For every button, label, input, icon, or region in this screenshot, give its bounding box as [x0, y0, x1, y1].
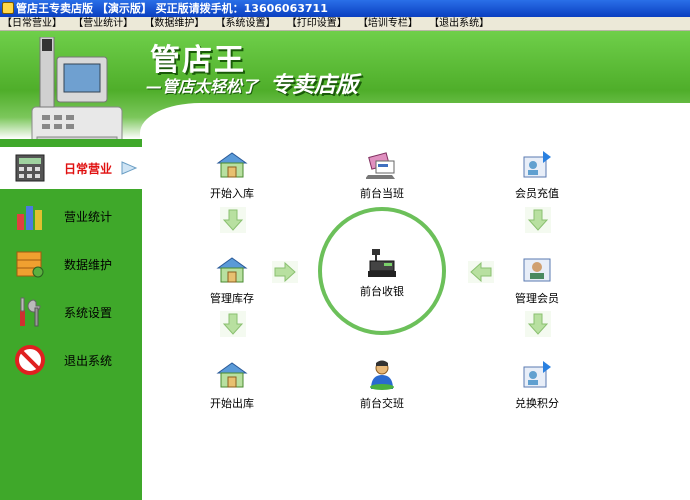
bar-chart-icon: [17, 206, 42, 230]
redeem-points-node[interactable]: 兑换积分: [492, 359, 582, 411]
sidebar-item-daily-business[interactable]: 日常营业: [0, 147, 142, 189]
cashier-label: 前台收银: [360, 285, 404, 298]
menu-data-maintenance[interactable]: 【数据维护】: [144, 17, 204, 31]
tools-icon: [20, 297, 41, 327]
left-arrow-icon: [468, 261, 494, 283]
right-arrow-icon: [272, 261, 298, 283]
shift-handover-label: 前台交班: [360, 397, 404, 410]
cash-register-icon: [31, 37, 123, 139]
redeem-points-label: 兑换积分: [515, 397, 559, 410]
banner-swoosh: [140, 103, 690, 139]
menu-training[interactable]: 【培训专栏】: [358, 17, 418, 31]
menu-print-settings[interactable]: 【打印设置】: [287, 17, 347, 31]
manage-members-node[interactable]: 管理会员: [492, 254, 582, 306]
menu-business-stats[interactable]: 【营业统计】: [73, 17, 133, 31]
warehouse-out-icon: [216, 362, 248, 388]
play-arrow-icon: [121, 161, 138, 175]
member-topup-node[interactable]: 会员充值: [492, 149, 582, 201]
workflow-panel: 开始入库 前台当班 会员充值 管理库存 前台收银 管理会员 开始出库 前台交班 …: [142, 139, 690, 500]
sidebar-item-data-maintenance[interactable]: 数据维护: [0, 243, 142, 285]
manage-members-label: 管理会员: [515, 292, 559, 305]
shift-start-node[interactable]: 前台当班: [337, 149, 427, 201]
sidebar-item-label: 日常营业: [64, 162, 113, 176]
sidebar-item-exit[interactable]: 退出系统: [0, 339, 142, 381]
sidebar-item-system-settings[interactable]: 系统设置: [0, 291, 142, 333]
window-title: 管店王专卖店版 【演示版】 买正版请拨手机：13606063711: [16, 2, 328, 15]
sidebar-item-label: 退出系统: [64, 354, 113, 368]
banner-subtitle: —管店太轻松了: [146, 77, 259, 96]
cashier-node[interactable]: 前台收银: [337, 247, 427, 299]
menu-exit[interactable]: 【退出系统】: [429, 17, 489, 31]
stock-in-label: 开始入库: [210, 187, 254, 200]
manage-stock-label: 管理库存: [210, 292, 254, 305]
app-icon: [2, 2, 14, 14]
sidebar-item-business-stats[interactable]: 营业统计: [0, 195, 142, 237]
menu-daily-business[interactable]: 【日常营业】: [2, 17, 62, 31]
down-arrow-icon: [525, 311, 551, 337]
warehouse-in-icon: [216, 152, 248, 178]
title-bar: 管店王专卖店版 【演示版】 买正版请拨手机：13606063711: [0, 0, 690, 17]
sidebar-item-label: 数据维护: [64, 258, 113, 272]
banner-edition: 专卖店版: [270, 73, 359, 98]
sidebar: 日常营业 营业统计 数据维护 系统设置 退出系统: [0, 139, 142, 500]
cards-icon: [366, 152, 395, 179]
no-entry-icon: [15, 345, 45, 375]
menu-system-settings[interactable]: 【系统设置】: [216, 17, 276, 31]
stock-out-label: 开始出库: [210, 397, 254, 410]
stock-in-node[interactable]: 开始入库: [187, 149, 277, 201]
calculator-icon: [15, 154, 45, 182]
member-topup-label: 会员充值: [515, 187, 559, 200]
member-card-in-icon: [523, 151, 551, 178]
database-icon: [16, 251, 44, 278]
member-card-icon: [523, 258, 551, 282]
shift-handover-node[interactable]: 前台交班: [337, 359, 427, 411]
down-arrow-icon: [220, 311, 246, 337]
manage-stock-node[interactable]: 管理库存: [187, 254, 277, 306]
banner: 管店王 —管店太轻松了 专卖店版: [0, 31, 690, 139]
down-arrow-icon: [220, 207, 246, 233]
warehouse-icon: [216, 257, 248, 283]
down-arrow-icon: [525, 207, 551, 233]
stock-out-node[interactable]: 开始出库: [187, 359, 277, 411]
person-icon: [370, 360, 394, 390]
shift-start-label: 前台当班: [360, 187, 404, 200]
sidebar-item-label: 营业统计: [64, 210, 113, 224]
member-card-out-icon: [523, 361, 551, 388]
cash-register-icon: [368, 249, 396, 277]
sidebar-item-label: 系统设置: [64, 306, 113, 320]
menu-bar: 【日常营业】 【营业统计】 【数据维护】 【系统设置】 【打印设置】 【培训专栏…: [0, 17, 690, 31]
